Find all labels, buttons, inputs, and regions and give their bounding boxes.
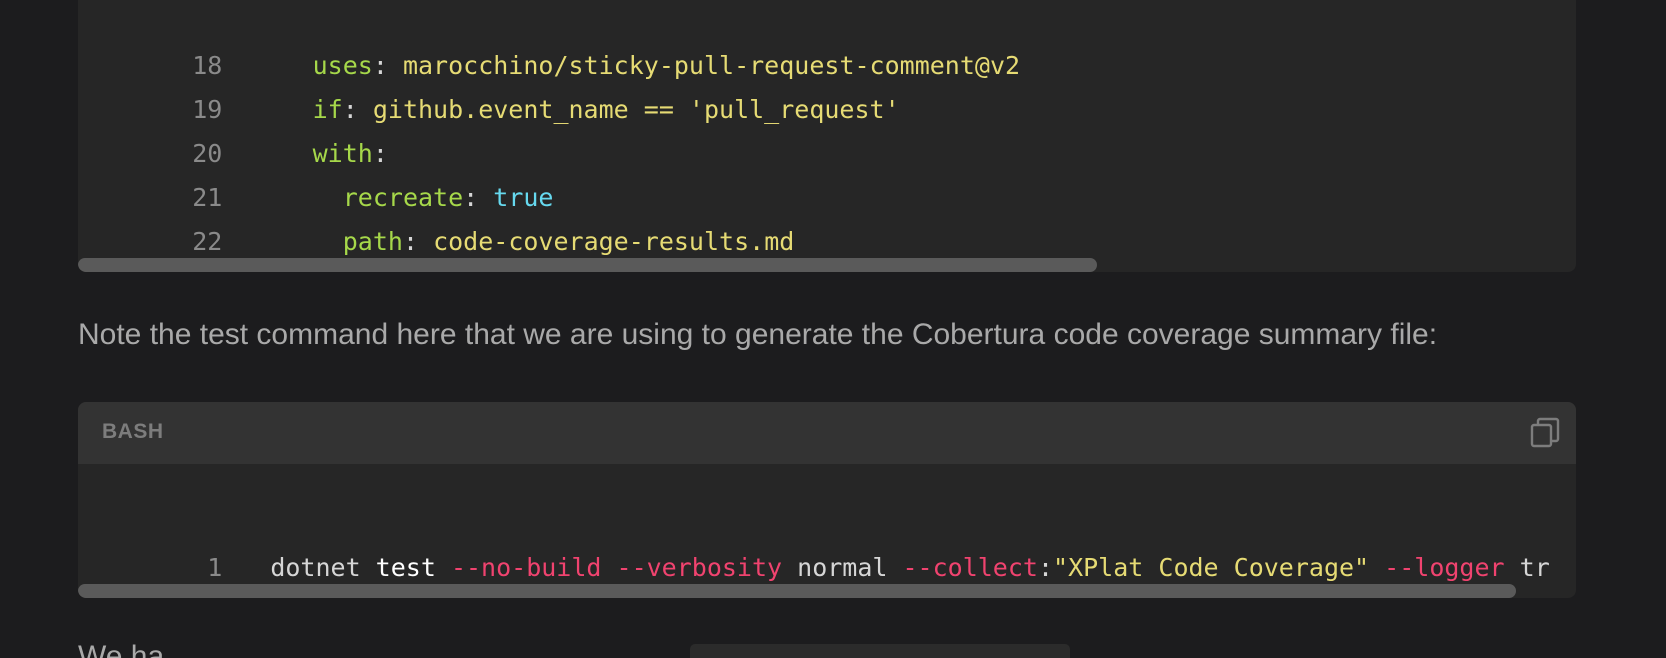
code-token: --logger <box>1384 553 1520 582</box>
code-token: normal <box>797 553 903 582</box>
language-label: BASH <box>102 420 164 443</box>
inline-code <box>690 644 1070 658</box>
bash-code-block: BASH 1 dotnet test --no-build --verbosity… <box>78 402 1576 598</box>
code-line: 21 recreate: true <box>78 132 553 212</box>
code-token: --no-build <box>450 553 617 582</box>
page: 18 uses: marocchino/sticky-pull-request-… <box>0 0 1666 658</box>
code-token: dotnet <box>270 553 376 582</box>
code-token: "XPlat Code Coverage" <box>1053 553 1370 582</box>
code-line: 20 with: <box>78 88 388 168</box>
yaml-value: github.event_name == 'pull_request' <box>372 95 900 124</box>
copy-button[interactable] <box>1528 416 1562 450</box>
yaml-key: path <box>342 227 403 256</box>
code-token: : <box>1037 553 1054 582</box>
scrollbar-thumb[interactable] <box>78 258 1097 272</box>
code-token: tr <box>1519 553 1550 582</box>
bash-command: dotnet test --no-build --verbosity norma… <box>270 553 1549 582</box>
copy-icon <box>1530 417 1560 448</box>
code-block-header: BASH <box>78 402 1576 464</box>
yaml-value: code-coverage-results.md <box>433 227 795 256</box>
horizontal-scrollbar[interactable] <box>78 258 1576 272</box>
code-line: 1 dotnet test --no-build --verbosity norm… <box>78 502 1550 582</box>
yaml-code-block: 18 uses: marocchino/sticky-pull-request-… <box>78 0 1576 272</box>
yaml-separator: : <box>402 227 434 256</box>
code-token: --verbosity <box>616 553 798 582</box>
code-token: --collect <box>902 553 1038 582</box>
code-token: test <box>375 553 451 582</box>
horizontal-scrollbar[interactable] <box>78 584 1576 598</box>
body-paragraph-next: We ha <box>78 640 165 658</box>
code-line: 18 uses: marocchino/sticky-pull-request-… <box>78 0 1020 80</box>
body-paragraph: Note the test command here that we are u… <box>78 318 1438 351</box>
scrollbar-thumb[interactable] <box>78 584 1516 598</box>
code-line: 22 path: code-coverage-results.md <box>78 176 794 256</box>
code-line: 19 if: github.event_name == 'pull_reques… <box>78 44 899 124</box>
